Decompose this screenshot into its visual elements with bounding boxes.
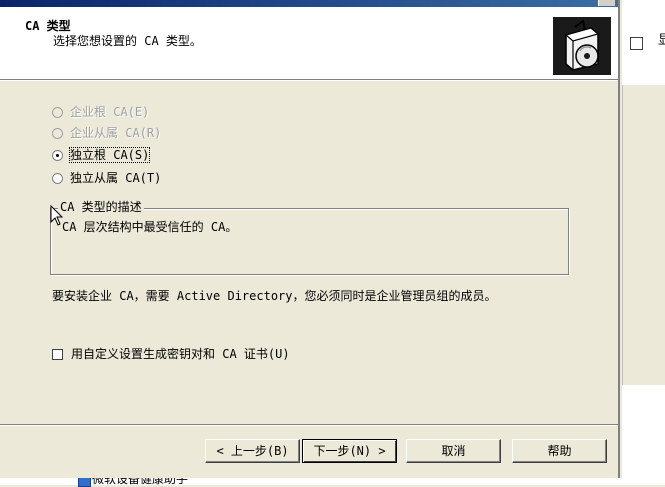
background-window-text: 显: [658, 33, 665, 48]
radio-label: 企业从属 CA(R): [70, 126, 162, 140]
custom-keys-checkbox[interactable]: [52, 348, 63, 360]
radio-enterprise-root[interactable]: 企业根 CA(E): [52, 104, 149, 120]
description-legend: CA 类型的描述: [58, 200, 144, 214]
background-panel-lower: [622, 385, 665, 485]
radio-label: 独立根 CA(S): [68, 147, 151, 163]
background-panel: [622, 85, 665, 385]
radio-standalone-subordinate[interactable]: 独立从属 CA(T): [52, 170, 161, 186]
radio-button[interactable]: [52, 106, 63, 118]
help-button[interactable]: 帮助: [512, 439, 607, 463]
title-bar: [0, 0, 618, 7]
cancel-button[interactable]: 取消: [406, 439, 501, 463]
footer-divider: [0, 424, 618, 426]
back-button[interactable]: < 上一步(B): [205, 439, 300, 463]
page-title: CA 类型: [25, 19, 71, 33]
mouse-cursor-icon: [50, 204, 64, 227]
wizard-header: CA 类型 选择您想设置的 CA 类型。: [0, 7, 618, 80]
header-divider: [0, 80, 618, 81]
radio-button[interactable]: [52, 127, 63, 139]
certificate-box-icon: [553, 17, 611, 75]
radio-label: 企业根 CA(E): [70, 105, 150, 119]
radio-label: 独立从属 CA(T): [70, 171, 162, 185]
radio-standalone-root[interactable]: 独立根 CA(S): [52, 147, 151, 163]
description-text: CA 层次结构中最受信任的 CA。: [62, 220, 238, 234]
custom-keys-option[interactable]: 用自定义设置生成密钥对和 CA 证书(U): [52, 347, 290, 361]
next-button[interactable]: 下一步(N) >: [302, 439, 397, 463]
ca-setup-wizard-dialog: CA 类型 选择您想设置的 CA 类型。 企业根 CA(E) 企业从属 CA(R…: [0, 0, 620, 478]
page-subtitle: 选择您想设置的 CA 类型。: [53, 34, 202, 48]
close-button[interactable]: [598, 0, 615, 6]
radio-enterprise-subordinate[interactable]: 企业从属 CA(R): [52, 125, 161, 141]
radio-button[interactable]: [52, 172, 63, 184]
description-groupbox: [50, 208, 569, 275]
radio-button[interactable]: [52, 149, 63, 161]
background-checkbox[interactable]: [630, 37, 643, 50]
requirement-note: 要安装企业 CA，需要 Active Directory，您必须同时是企业管理员…: [52, 289, 497, 303]
custom-keys-label: 用自定义设置生成密钥对和 CA 证书(U): [71, 347, 290, 361]
